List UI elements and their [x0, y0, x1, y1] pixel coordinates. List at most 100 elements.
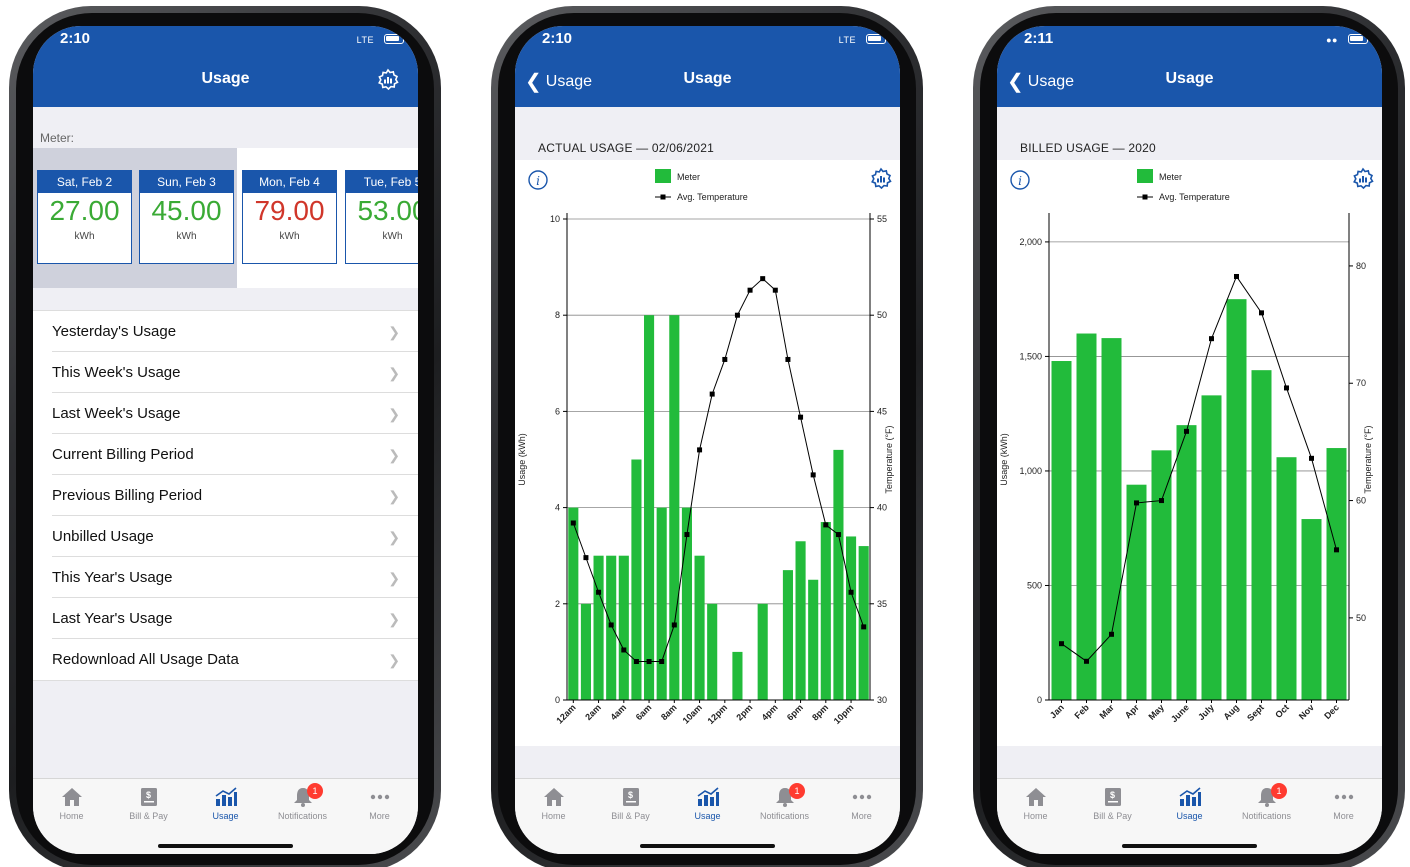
menu-item-previous-billing[interactable]: Previous Billing Period ❯: [52, 475, 418, 516]
tab-bill-pay[interactable]: $ Bill & Pay: [1074, 785, 1151, 829]
temperature-point-10am: [697, 447, 703, 453]
tab-label: Home: [59, 811, 84, 821]
legend-marker: [660, 194, 666, 200]
menu-item-label: Previous Billing Period: [52, 486, 203, 504]
menu-item-this-week[interactable]: This Week's Usage ❯: [52, 352, 418, 393]
tab-notifications[interactable]: 1 Notifications: [264, 783, 341, 829]
house-icon: [61, 788, 82, 806]
bar-June: [1176, 425, 1197, 700]
x-tick-label: Apr: [1123, 702, 1141, 720]
svg-text:$: $: [628, 790, 633, 800]
tab-more[interactable]: More: [823, 785, 900, 829]
hourly-usage-chart: i Meter Avg. Temperature 0 2 4 6 8 10 30 35 40 45 50 5…: [517, 167, 894, 726]
tab-more[interactable]: More: [341, 785, 418, 829]
tab-label: Bill & Pay: [129, 811, 168, 821]
meter-card[interactable]: Sun, Feb 3 45.00 kWh: [139, 170, 234, 264]
temperature-point-Nov: [1309, 455, 1314, 461]
settings-icon-bar: [880, 176, 882, 183]
meter-card[interactable]: Tue, Feb 5 53.00 kWh: [345, 170, 418, 264]
y-tick-label: 4: [555, 503, 560, 513]
tab-bill-pay[interactable]: $ Bill & Pay: [592, 785, 669, 829]
y-tick-label: 6: [555, 406, 560, 416]
temperature-point-May: [1159, 498, 1164, 504]
y-axis-title: Usage (kWh): [999, 433, 1009, 486]
meter-card-unit: kWh: [74, 231, 95, 242]
tab-usage[interactable]: Usage: [669, 785, 746, 829]
usage-chart-icon: [1179, 787, 1201, 806]
y2-tick-label: 55: [877, 214, 887, 224]
tab-home[interactable]: Home: [33, 785, 110, 829]
x-tick-label: June: [1169, 702, 1191, 724]
legend-label: Avg. Temperature: [1159, 192, 1230, 202]
meter-card[interactable]: Sat, Feb 2 27.00 kWh: [37, 170, 132, 264]
phone-frame: 2:10 LTE ❮ Usage Usage ACTUAL USAGE — 02/…: [491, 6, 923, 867]
x-tick-label: Sept: [1245, 702, 1266, 723]
temperature-point-11pm: [861, 624, 867, 630]
bar-3am: [606, 555, 617, 700]
menu-item-last-year[interactable]: Last Year's Usage ❯: [52, 598, 418, 639]
temperature-point-8am: [671, 622, 677, 628]
bar-Nov: [1301, 519, 1322, 700]
tab-label: Usage: [694, 811, 721, 821]
menu-item-label: Redownload All Usage Data: [52, 651, 239, 668]
tab-home[interactable]: Home: [997, 785, 1074, 829]
settings-chart-icon[interactable]: [376, 68, 400, 92]
usage-menu-list: Yesterday's Usage ❯ This Week's Usage ❯ La…: [33, 310, 418, 681]
menu-item-unbilled[interactable]: Unbilled Usage ❯: [52, 516, 418, 557]
y2-tick-label: 30: [877, 695, 887, 705]
x-tick-label: Aug: [1221, 702, 1240, 721]
meter-label: Meter:: [40, 131, 75, 145]
tab-usage[interactable]: Usage: [187, 785, 264, 829]
legend-label: Meter: [1159, 172, 1182, 182]
temperature-point-Oct: [1284, 385, 1289, 391]
temperature-point-Aug: [1234, 273, 1239, 279]
meter-carousel[interactable]: Sat, Feb 2 27.00 kWh Sun, Feb 3 45.00 kW…: [33, 148, 418, 288]
tab-label: Notifications: [1241, 811, 1292, 821]
temperature-point-Mar: [1109, 631, 1114, 637]
bar-7pm: [808, 579, 819, 700]
menu-item-yesterday[interactable]: Yesterday's Usage ❯: [52, 311, 418, 352]
y2-axis-title: Temperature (°F): [884, 425, 894, 493]
y2-tick-label: 70: [1356, 378, 1366, 388]
bar-10am: [694, 555, 705, 700]
status-time: 2:10: [60, 30, 91, 47]
bar-Sept: [1251, 370, 1272, 700]
meter-card-unit: kWh: [279, 231, 300, 242]
tab-notifications[interactable]: 1 Notifications: [1228, 783, 1305, 829]
chevron-right-icon: ❯: [388, 529, 400, 545]
temperature-point-5am: [633, 659, 639, 665]
tab-notifications[interactable]: 1 Notifications: [746, 783, 823, 829]
bar-4am: [618, 555, 629, 700]
tab-home[interactable]: Home: [515, 785, 592, 829]
nav-bar: ❮ Usage Usage: [997, 54, 1382, 107]
home-indicator: [158, 844, 293, 848]
menu-item-last-week[interactable]: Last Week's Usage ❯: [52, 393, 418, 434]
tab-more[interactable]: More: [1305, 785, 1382, 829]
y2-tick-label: 50: [1356, 613, 1366, 623]
meter-card[interactable]: Mon, Feb 4 79.00 kWh: [242, 170, 337, 264]
menu-item-this-year[interactable]: This Year's Usage ❯: [52, 557, 418, 598]
temperature-point-2am: [596, 589, 602, 595]
tab-bill-pay[interactable]: $ Bill & Pay: [110, 785, 187, 829]
x-tick-label: 10pm: [832, 702, 856, 726]
bar-Aug: [1226, 299, 1247, 700]
menu-item-redownload[interactable]: Redownload All Usage Data ❯: [52, 639, 418, 680]
temperature-point-Sept: [1259, 310, 1264, 316]
chevron-right-icon: ❯: [388, 447, 400, 463]
menu-item-label: Current Billing Period: [52, 445, 194, 463]
bar-3pm: [757, 603, 768, 700]
y-tick-label: 0: [555, 695, 560, 705]
menu-item-current-billing[interactable]: Current Billing Period ❯: [52, 434, 418, 475]
tab-bar: Home $ Bill & Pay Usage 1 Notifications Mo…: [515, 778, 900, 854]
tab-usage[interactable]: Usage: [1151, 785, 1228, 829]
ellipsis-icon: [370, 794, 389, 800]
temperature-point-5pm: [785, 356, 791, 362]
status-bar: 2:11 ●●: [997, 26, 1382, 54]
legend-swatch-meter: [655, 169, 671, 183]
bar-July: [1201, 395, 1222, 700]
y-tick-label: 8: [555, 310, 560, 320]
temperature-point-10pm: [848, 589, 854, 595]
legend-marker: [1142, 194, 1148, 200]
temperature-point-1am: [583, 555, 589, 561]
bill-dollar-icon: $: [622, 788, 639, 806]
